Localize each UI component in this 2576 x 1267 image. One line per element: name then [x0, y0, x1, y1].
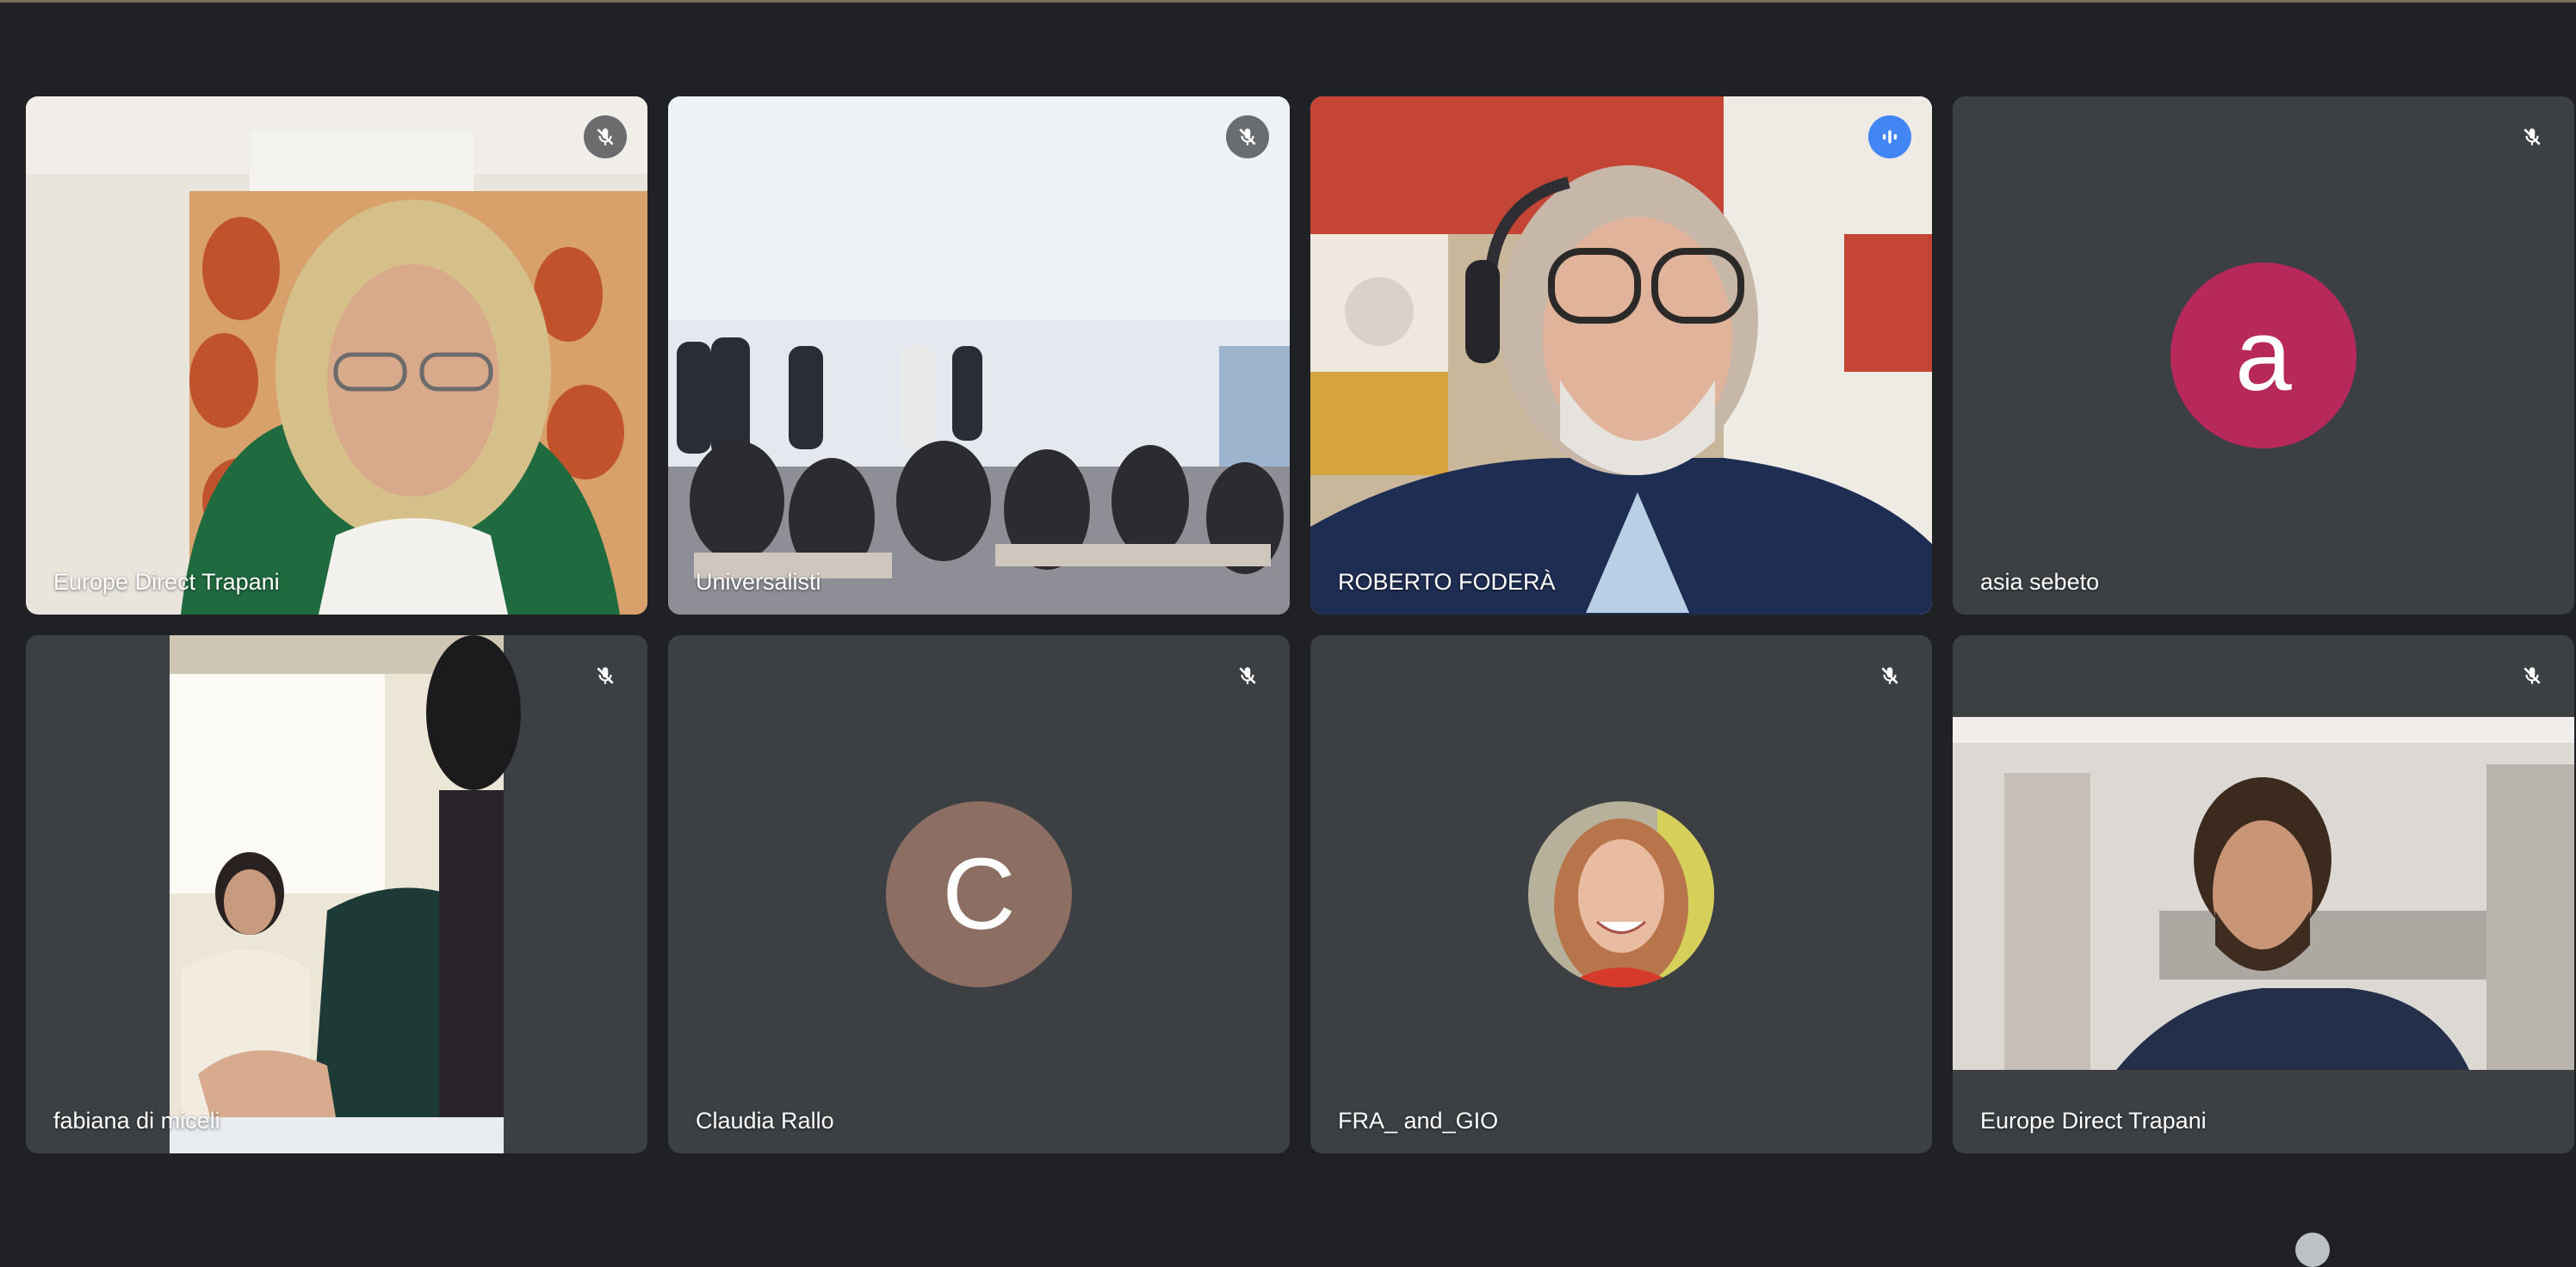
avatar: a [2170, 263, 2356, 448]
participant-tile-europe-direct-trapani-1[interactable]: Europe Direct Trapani [26, 96, 647, 615]
profile-photo-avatar [1528, 801, 1714, 987]
participant-tile-europe-direct-trapani-2[interactable]: Europe Direct Trapani [1953, 635, 2574, 1153]
participant-tile-fra-and-gio[interactable]: FRA_ and_GIO [1310, 635, 1932, 1153]
participant-name: ROBERTO FODERÀ [1338, 569, 1556, 595]
participant-name: fabiana di miceli [53, 1108, 220, 1134]
participant-video [668, 96, 1290, 615]
participant-name: Europe Direct Trapani [53, 569, 280, 595]
participant-name: asia sebeto [1980, 569, 2100, 595]
participant-video [1310, 96, 1932, 615]
mic-off-icon [584, 654, 627, 697]
participant-name: FRA_ and_GIO [1338, 1108, 1499, 1134]
participant-tile-claudia-rallo[interactable]: C Claudia Rallo [668, 635, 1290, 1153]
participant-tile-universalisti[interactable]: Universalisti [668, 96, 1290, 615]
mic-off-icon [1226, 115, 1269, 158]
mic-off-icon [2511, 654, 2554, 697]
mic-off-icon [1868, 654, 1911, 697]
mic-off-icon [2511, 115, 2554, 158]
participant-video [26, 635, 647, 1153]
audio-level-icon [1868, 115, 1911, 158]
participant-name: Claudia Rallo [696, 1108, 834, 1134]
mic-off-icon [1226, 654, 1269, 697]
people-count-icon[interactable] [2295, 1233, 2330, 1267]
participant-name: Universalisti [696, 569, 821, 595]
participant-video [26, 96, 647, 615]
participant-tile-roberto-fodera[interactable]: ROBERTO FODERÀ [1310, 96, 1932, 615]
participant-name: Europe Direct Trapani [1980, 1108, 2207, 1134]
participant-video [1953, 635, 2574, 1153]
window-top-edge [0, 0, 2576, 3]
participant-tile-fabiana-di-miceli[interactable]: fabiana di miceli [26, 635, 647, 1153]
participant-tile-asia-sebeto[interactable]: a asia sebeto [1953, 96, 2574, 615]
mic-off-icon [584, 115, 627, 158]
avatar: C [886, 801, 1072, 987]
